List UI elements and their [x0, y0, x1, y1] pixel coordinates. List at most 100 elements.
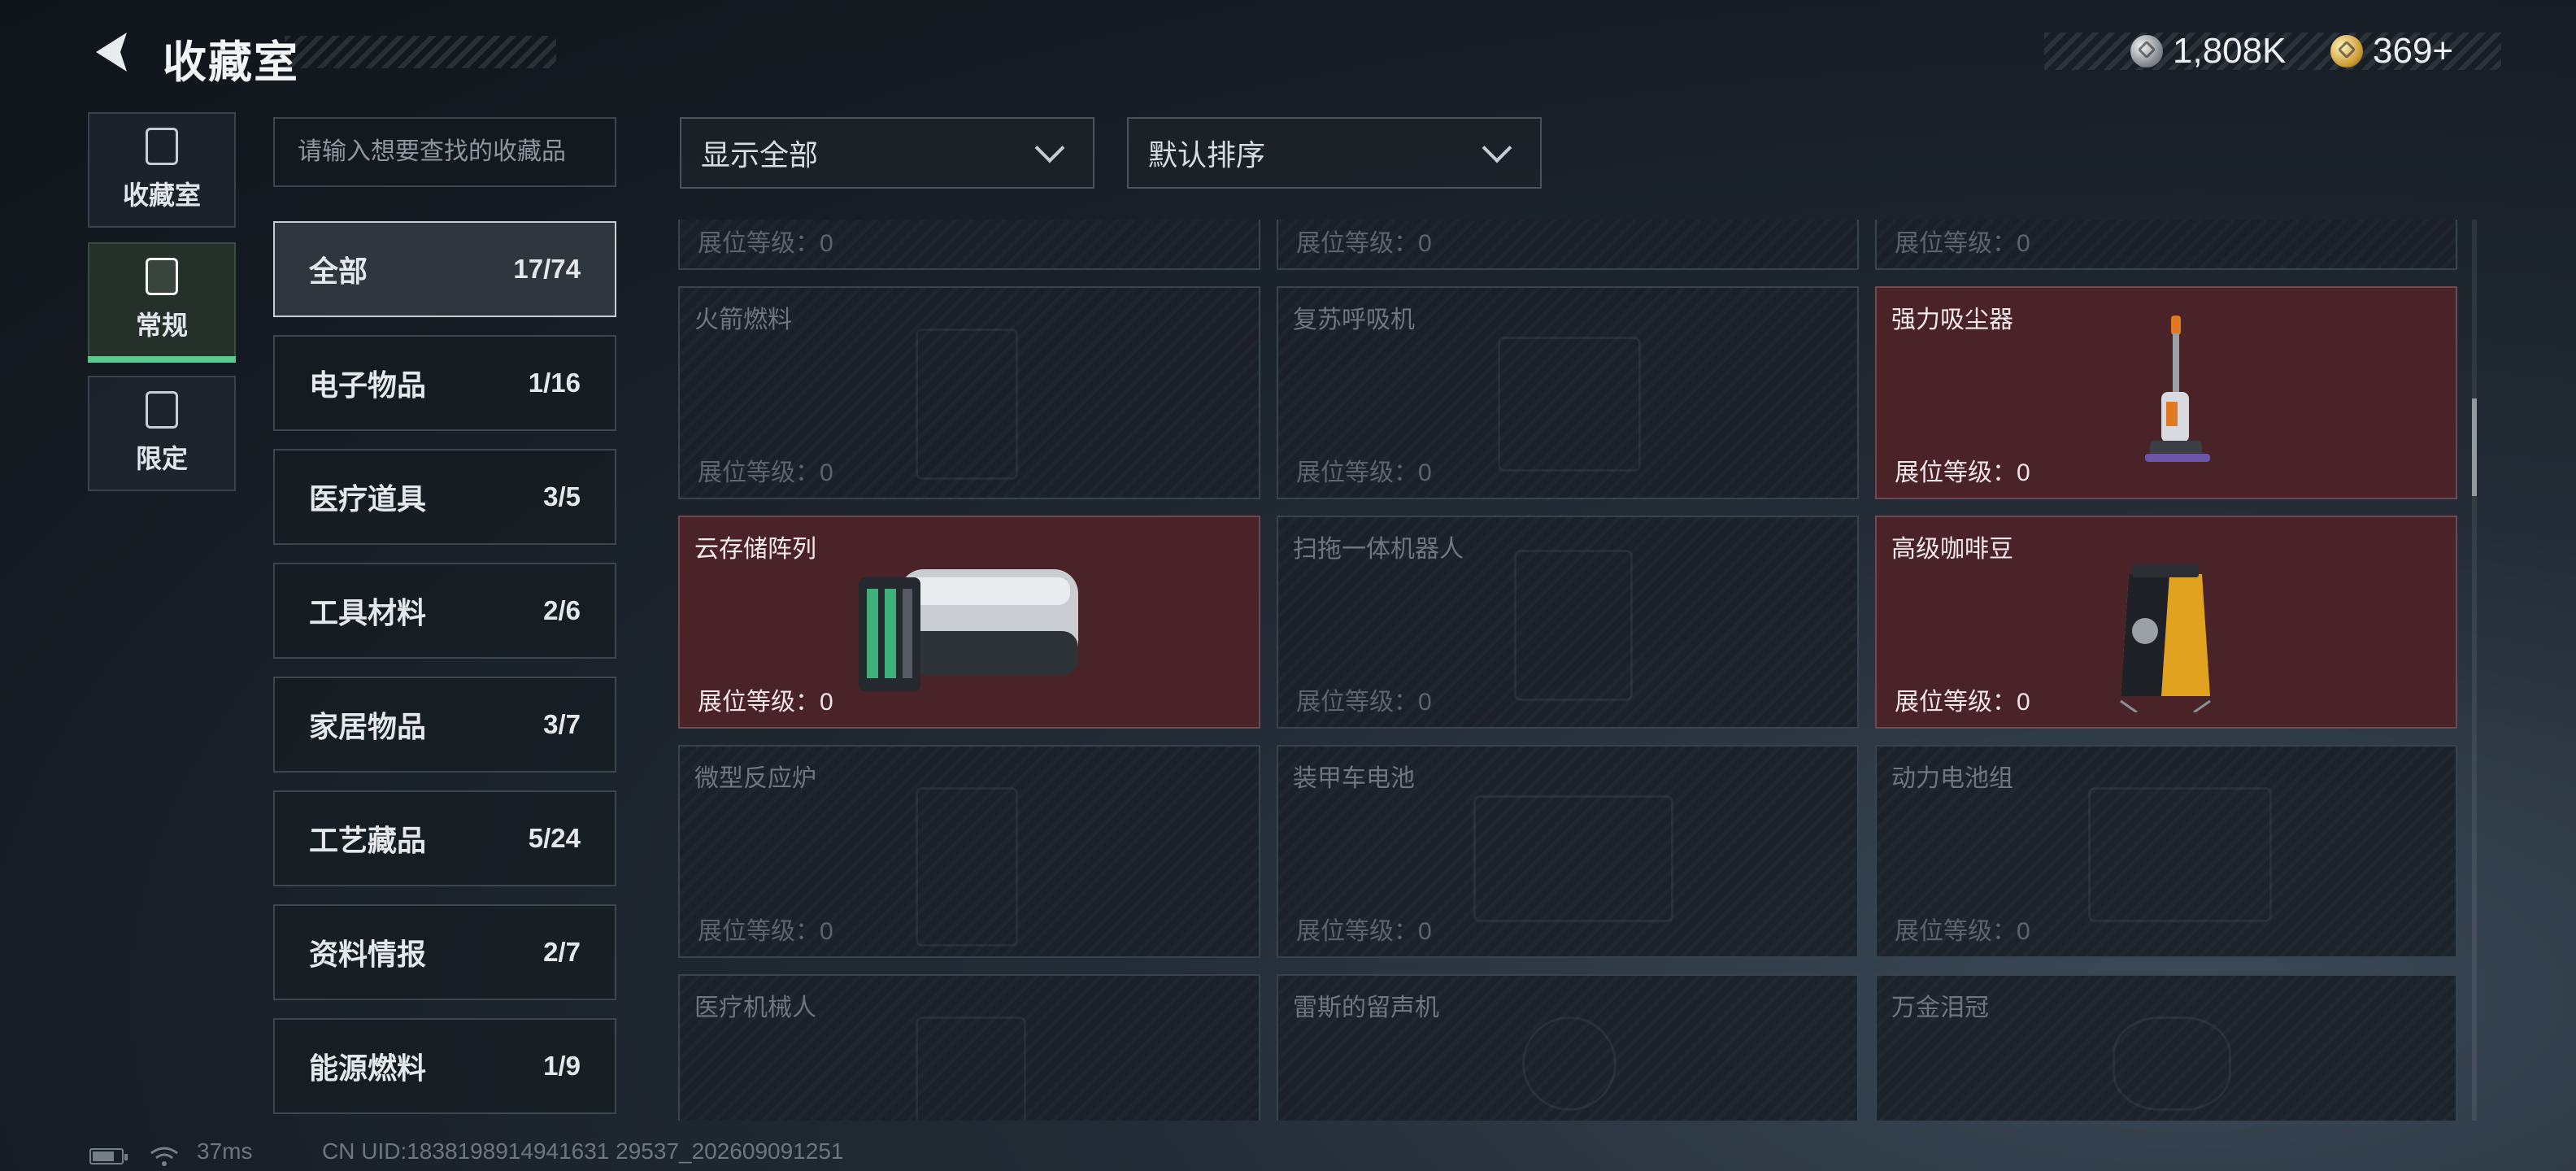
item-name: 火箭燃料	[694, 307, 792, 333]
category-name: 全部	[309, 255, 368, 288]
micro-reactor-silhouette	[916, 787, 1018, 947]
category-count: 2/7	[543, 937, 581, 967]
limited-icon	[146, 391, 178, 429]
display-filter-label: 显示全部	[701, 138, 819, 172]
collection-item-card[interactable]: 动力电池组 展位等级：0	[1875, 745, 2457, 958]
booth-level: 展位等级：0	[1296, 459, 1432, 486]
grid-scrollbar[interactable]	[2472, 220, 2477, 1121]
category-electronics[interactable]: 电子物品 1/16	[273, 335, 616, 431]
item-name: 扫拖一体机器人	[1293, 536, 1464, 563]
category-count: 5/24	[528, 823, 581, 853]
booth-level: 展位等级：0	[698, 230, 833, 257]
armored-battery-silhouette	[1473, 795, 1673, 922]
category-count: 3/5	[543, 481, 581, 511]
collection-item-card[interactable]: 火箭燃料 展位等级：0	[678, 286, 1260, 499]
collection-item-card[interactable]: 强力吸尘器 展位等级：0	[1875, 286, 2457, 499]
category-intel[interactable]: 资料情报 2/7	[273, 904, 616, 1000]
item-name: 雷斯的留声机	[1293, 995, 1439, 1021]
category-name: 资料情报	[309, 938, 427, 971]
category-name: 电子物品	[309, 368, 427, 402]
category-name: 医疗道具	[309, 482, 427, 516]
item-name: 医疗机械人	[694, 995, 816, 1021]
title-decoration	[285, 36, 556, 68]
wifi-icon	[150, 1147, 178, 1166]
phonograph-silhouette	[1522, 1016, 1617, 1111]
nav-tab-limited[interactable]: 限定	[88, 376, 236, 491]
cloud-storage-array-icon	[859, 569, 1078, 691]
grid-scroll-thumb[interactable]	[2472, 398, 2477, 496]
collection-item-card[interactable]: 雷斯的留声机	[1277, 974, 1859, 1121]
collection-item-card[interactable]: 微型反应炉 展位等级：0	[678, 745, 1260, 958]
silver-currency[interactable]: 1,808K	[2130, 31, 2286, 72]
collection-item-card[interactable]: 云存储阵列 展位等级：0	[678, 516, 1260, 729]
booth-level: 展位等级：0	[1296, 689, 1432, 716]
booth-level: 展位等级：0	[1895, 459, 2030, 486]
mop-robot-silhouette	[1514, 550, 1633, 701]
crown-silhouette	[2113, 1016, 2231, 1111]
item-name: 万金泪冠	[1891, 995, 1989, 1021]
category-household[interactable]: 家居物品 3/7	[273, 677, 616, 773]
nav-tab-label: 收藏室	[122, 181, 201, 210]
booth-level: 展位等级：0	[1296, 230, 1432, 257]
page-title: 收藏室	[163, 38, 299, 87]
sort-dropdown[interactable]: 默认排序	[1127, 117, 1542, 189]
collection-item-card[interactable]: 万金泪冠	[1875, 974, 2457, 1121]
booth-level: 展位等级：0	[1296, 918, 1432, 945]
coffee-beans-bag-icon	[2120, 564, 2211, 712]
category-count: 3/7	[543, 709, 581, 739]
silver-coin-icon	[2130, 35, 2163, 67]
collection-room-icon	[146, 128, 178, 165]
collection-item-card[interactable]: 医疗机械人	[678, 974, 1260, 1121]
item-name: 强力吸尘器	[1891, 307, 2013, 333]
category-name: 家居物品	[309, 710, 427, 743]
nav-tab-label: 常规	[135, 311, 188, 340]
collection-item-card[interactable]: 装甲车电池 展位等级：0	[1277, 745, 1859, 958]
gold-coin-icon	[2330, 35, 2363, 67]
medical-robot-silhouette	[916, 1016, 1026, 1121]
category-name: 工具材料	[309, 596, 427, 629]
collection-grid: 展位等级：0 展位等级：0 展位等级：0 火箭燃料 展位等级：0 复苏呼吸机 展…	[678, 220, 2467, 1121]
chevron-down-icon	[1482, 133, 1512, 163]
category-count: 2/6	[543, 595, 581, 625]
collection-item-card[interactable]: 扫拖一体机器人 展位等级：0	[1277, 516, 1859, 729]
nav-tab-label: 限定	[135, 444, 188, 473]
power-battery-pack-silhouette	[2088, 787, 2272, 922]
ventilator-silhouette	[1498, 337, 1641, 472]
booth-level: 展位等级：0	[698, 459, 833, 486]
gold-currency[interactable]: 369+	[2330, 31, 2453, 72]
category-count: 1/9	[543, 1051, 581, 1081]
booth-level: 展位等级：0	[698, 689, 833, 716]
sort-label: 默认排序	[1148, 138, 1266, 172]
booth-level: 展位等级：0	[1895, 230, 2030, 257]
nav-tab-collection-room[interactable]: 收藏室	[88, 112, 236, 228]
category-tools[interactable]: 工具材料 2/6	[273, 563, 616, 659]
rocket-fuel-silhouette	[916, 329, 1018, 480]
battery-icon	[89, 1148, 128, 1164]
category-crafts[interactable]: 工艺藏品 5/24	[273, 790, 616, 886]
collection-item-card[interactable]: 高级咖啡豆 展位等级：0	[1875, 516, 2457, 729]
category-name: 工艺藏品	[309, 824, 427, 857]
nav-tab-regular[interactable]: 常规	[88, 242, 236, 363]
search-input[interactable]	[273, 117, 616, 187]
collection-item-card[interactable]: 展位等级：0	[678, 220, 1260, 270]
display-filter-dropdown[interactable]: 显示全部	[680, 117, 1094, 189]
category-all[interactable]: 全部 17/74	[273, 221, 616, 317]
collection-item-card[interactable]: 展位等级：0	[1277, 220, 1859, 270]
item-name: 复苏呼吸机	[1293, 307, 1415, 333]
collection-item-card[interactable]: 展位等级：0	[1875, 220, 2457, 270]
gold-currency-value: 369+	[2373, 31, 2454, 71]
category-medical[interactable]: 医疗道具 3/5	[273, 449, 616, 545]
booth-level: 展位等级：0	[1895, 918, 2030, 945]
chevron-down-icon	[1034, 133, 1065, 163]
booth-level: 展位等级：0	[1895, 689, 2030, 716]
category-count: 17/74	[513, 254, 581, 284]
category-count: 1/16	[528, 368, 581, 398]
item-name: 高级咖啡豆	[1891, 536, 2013, 563]
item-name: 装甲车电池	[1293, 765, 1415, 792]
collection-item-card[interactable]: 复苏呼吸机 展位等级：0	[1277, 286, 1859, 499]
ping-value: 37ms	[197, 1138, 253, 1164]
booth-level: 展位等级：0	[698, 918, 833, 945]
regular-icon	[146, 258, 178, 295]
category-energy[interactable]: 能源燃料 1/9	[273, 1018, 616, 1114]
back-arrow-icon[interactable]	[88, 28, 137, 76]
